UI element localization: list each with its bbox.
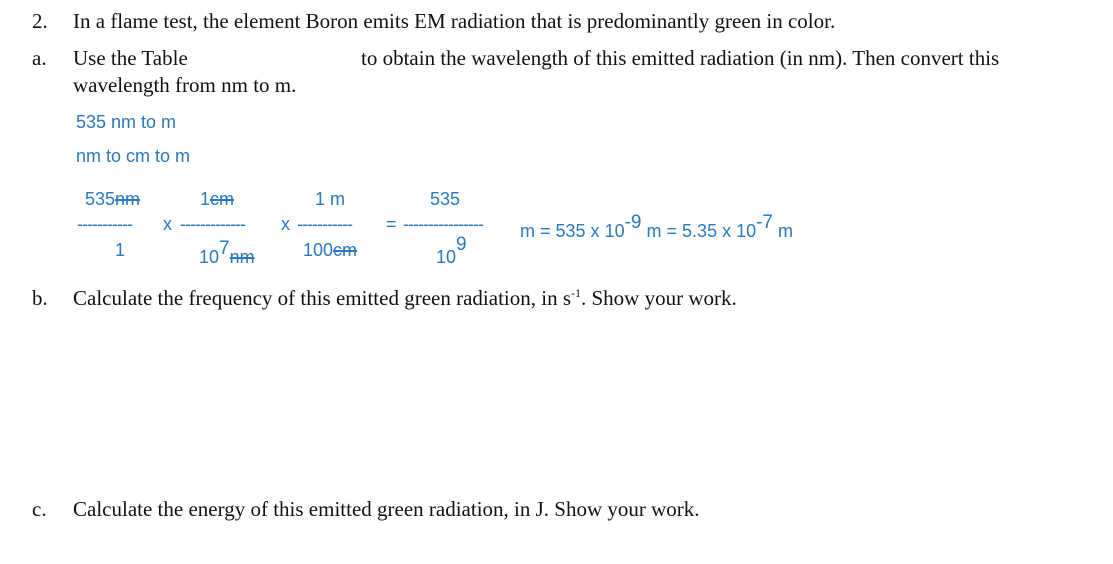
result-chain: m = 535 x 10-9 m = 5.35 x 10-7 m [520, 212, 794, 242]
part-a-label: a. [32, 46, 47, 70]
question-number: 2. [32, 9, 48, 33]
fraction-2-den-exponent: 7 [219, 238, 230, 259]
part-a-text-before: Use the Table [73, 46, 188, 70]
result-equals-3: = 5.35 x 10 [666, 221, 757, 241]
fraction-4-den-base: 10 [436, 247, 457, 267]
fraction-1-denominator: 1 [115, 240, 126, 260]
result-2-exponent: -9 [624, 212, 642, 233]
part-b-text-after: . Show your work. [581, 286, 737, 310]
part-c-label: c. [32, 497, 47, 521]
result-unit: m [520, 221, 535, 241]
result-equals-2: = 535 x 10 [540, 221, 625, 241]
part-c-text: Calculate the energy of this emitted gre… [73, 497, 700, 521]
result-2-unit: m [646, 221, 662, 241]
fraction-1-numerator: 535nm [85, 189, 140, 210]
part-a-text-line2: wavelength from nm to m. [73, 73, 297, 97]
fraction-2-bar: ------------- [180, 214, 246, 234]
fraction-4-den-exponent: 9 [456, 234, 467, 255]
part-a-text-after: to obtain the wavelength of this emitted… [361, 46, 1000, 70]
work-line-1: 535 nm to m [76, 112, 177, 132]
fraction-2-den-base: 10 [199, 247, 220, 267]
operator-multiply-1: x [163, 214, 172, 234]
fraction-3-den-value: 100 [303, 240, 334, 260]
question-text: In a flame test, the element Boron emits… [73, 9, 836, 33]
fraction-1-num-value: 535 [85, 189, 116, 209]
operator-multiply-2: x [281, 214, 290, 234]
fraction-2-numerator: 1cm [200, 189, 234, 210]
fraction-3-bar: ----------- [297, 214, 353, 234]
fraction-3-den-unit-cancelled: cm [333, 240, 358, 260]
work-line-2: nm to cm to m [76, 146, 191, 166]
fraction-1-bar: ----------- [77, 214, 133, 234]
part-b-exponent: -1 [571, 286, 581, 300]
fraction-4-denominator: 109 [436, 234, 467, 268]
equals-sign-1: = [386, 214, 397, 234]
fraction-2-den-unit-cancelled: nm [229, 247, 255, 267]
fraction-3-numerator: 1 m [315, 189, 346, 209]
fraction-2-denominator: 107nm [199, 238, 255, 268]
result-3-unit: m [778, 221, 794, 241]
part-b-text: Calculate the frequency of this emitted … [73, 286, 737, 311]
fraction-2-num-unit-cancelled: cm [210, 189, 235, 209]
fraction-1-num-unit-cancelled: nm [115, 189, 141, 209]
fraction-4-numerator: 535 [430, 189, 461, 209]
fraction-4-bar: ---------------- [403, 214, 484, 234]
part-b-label: b. [32, 286, 48, 310]
fraction-2-num-value: 1 [200, 189, 211, 209]
part-b-text-main: Calculate the frequency of this emitted … [73, 286, 571, 310]
result-3-exponent: -7 [756, 212, 774, 233]
fraction-3-denominator: 100cm [303, 240, 357, 261]
